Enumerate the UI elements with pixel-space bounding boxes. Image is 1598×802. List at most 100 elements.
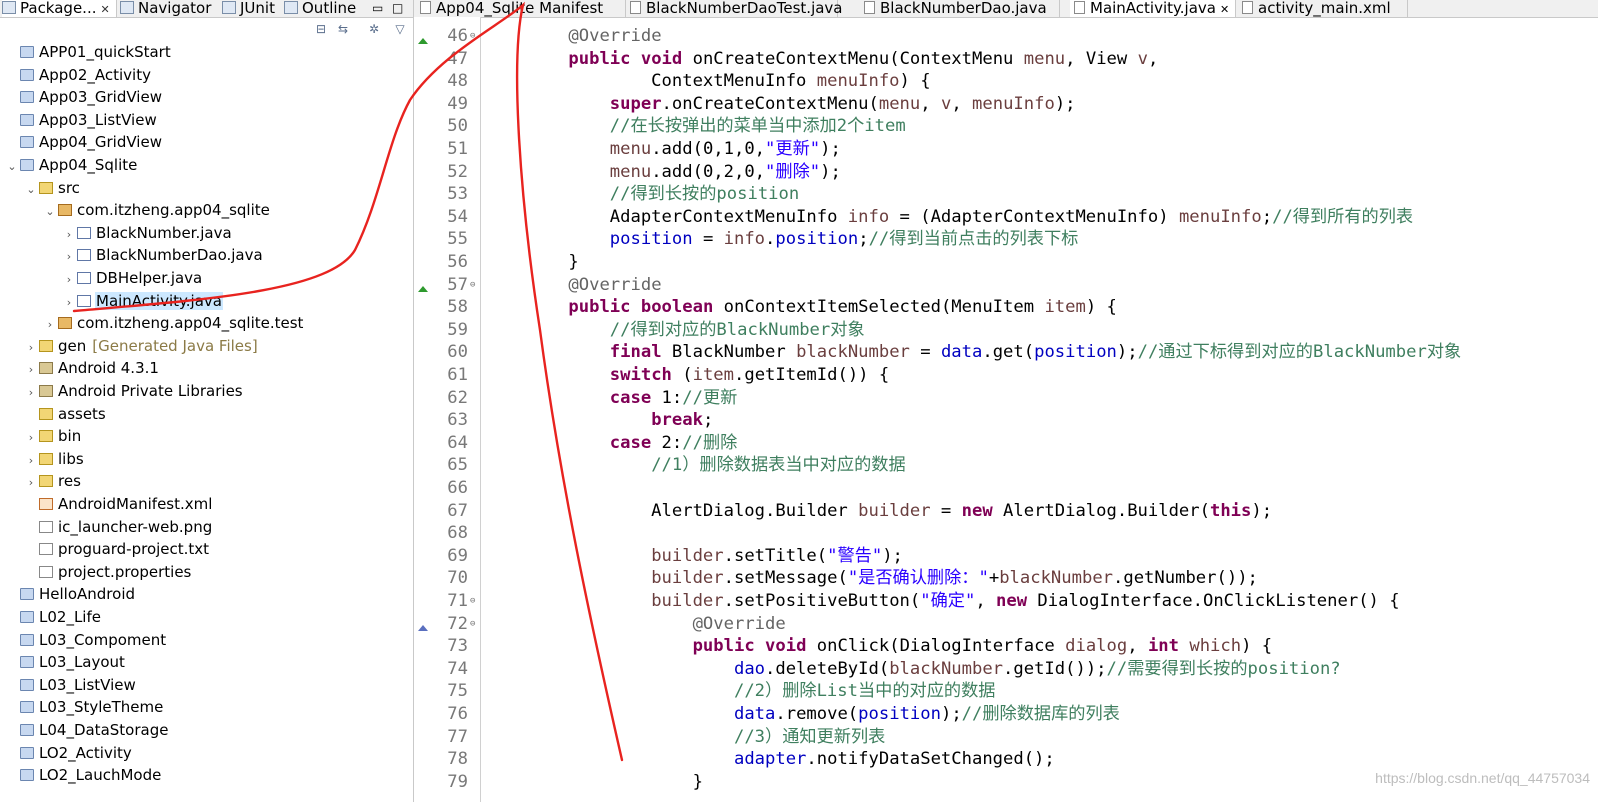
code-line[interactable]: 77 //3）通知更新列表 — [414, 726, 1598, 749]
tree-item[interactable]: assets — [0, 403, 107, 426]
code-line[interactable]: 78 adapter.notifyDataSetChanged(); — [414, 748, 1598, 771]
tree-item[interactable]: › libs — [0, 448, 85, 471]
code-line[interactable]: 63 break; — [414, 409, 1598, 432]
link-with-editor-icon[interactable]: ⇆ — [336, 22, 350, 36]
tree-item[interactable]: App04_GridView — [0, 131, 163, 154]
tree-item[interactable]: AndroidManifest.xml — [0, 493, 213, 516]
tab-app04-sqlite-manifest[interactable]: App04_Sqlite Manifest — [416, 0, 626, 17]
fold-toggle-icon[interactable]: ⊖ — [470, 274, 475, 297]
expanded-chevron-icon[interactable]: ⌄ — [25, 179, 37, 202]
expanded-chevron-icon[interactable]: ⌄ — [44, 201, 56, 224]
view-menu-icon[interactable]: ▽ — [393, 22, 407, 36]
tab-blacknumberdao-java[interactable]: BlackNumberDao.java — [860, 0, 1060, 17]
tab-junit[interactable]: JUnit — [222, 0, 275, 17]
code-line[interactable]: 50 //在长按弹出的菜单当中添加2个item — [414, 115, 1598, 138]
collapsed-chevron-icon[interactable]: › — [63, 246, 75, 269]
close-icon[interactable]: ✕ — [1220, 3, 1229, 16]
tree-item[interactable]: project.properties — [0, 561, 192, 584]
fold-toggle-icon[interactable]: ⊖ — [470, 25, 475, 48]
code-line[interactable]: 56 } — [414, 251, 1598, 274]
code-area[interactable]: 46 ⊖ @Override 47 public void onCreateCont… — [414, 17, 1598, 802]
collapsed-chevron-icon[interactable]: › — [44, 314, 56, 337]
tree-item[interactable]: › Android 4.3.1 — [0, 357, 160, 380]
tree-item[interactable]: › BlackNumber.java — [0, 222, 233, 245]
tree-item[interactable]: ⌄ src — [0, 177, 81, 200]
tree-item[interactable]: L03_ListView — [0, 674, 137, 697]
code-line[interactable]: 74 dao.deleteById(blackNumber.getId());/… — [414, 658, 1598, 681]
tree-item[interactable]: › BlackNumberDao.java — [0, 244, 264, 267]
code-line[interactable]: 46 ⊖ @Override — [414, 25, 1598, 48]
tab-activity-main-xml[interactable]: activity_main.xml — [1238, 0, 1408, 17]
fold-toggle-icon[interactable]: ⊖ — [470, 590, 475, 613]
tree-item[interactable]: ⌄ com.itzheng.app04_sqlite — [0, 199, 271, 222]
code-line[interactable]: 67 AlertDialog.Builder builder = new Ale… — [414, 500, 1598, 523]
code-line[interactable]: 54 AdapterContextMenuInfo info = (Adapte… — [414, 206, 1598, 229]
tree-item[interactable]: › gen [Generated Java Files] — [0, 335, 258, 358]
code-line[interactable]: 51 menu.add(0,1,0,"更新"); — [414, 138, 1598, 161]
collapsed-chevron-icon[interactable]: › — [25, 472, 37, 495]
collapsed-chevron-icon[interactable]: › — [25, 382, 37, 405]
collapsed-chevron-icon[interactable]: › — [63, 224, 75, 247]
tree-item[interactable]: L04_DataStorage — [0, 719, 169, 742]
code-line[interactable]: 60 final BlackNumber blackNumber = data.… — [414, 341, 1598, 364]
tab-package-explorer[interactable]: Package... ✕ — [2, 0, 117, 17]
code-line[interactable]: 69 builder.setTitle("警告"); — [414, 545, 1598, 568]
tree-item[interactable]: HelloAndroid — [0, 583, 136, 606]
collapsed-chevron-icon[interactable]: › — [25, 427, 37, 450]
minimize-icon[interactable]: ▭ — [372, 0, 383, 17]
tree-item[interactable]: ⌄ App04_Sqlite — [0, 154, 138, 177]
tab-blacknumberdaotest-java[interactable]: BlackNumberDaoTest.java — [626, 0, 843, 17]
tree-item[interactable]: L02_Life — [0, 606, 102, 629]
fold-toggle-icon[interactable]: ⊖ — [470, 613, 475, 636]
tree-item[interactable]: App03_ListView — [0, 109, 158, 132]
tree-item[interactable]: › com.itzheng.app04_sqlite.test — [0, 312, 304, 335]
focus-icon[interactable]: ✲ — [367, 22, 381, 36]
tree-item[interactable]: LO2_LauchMode — [0, 764, 162, 787]
tree-item[interactable]: proguard-project.txt — [0, 538, 210, 561]
tree-item[interactable]: App02_Activity — [0, 64, 152, 87]
collapsed-chevron-icon[interactable]: › — [25, 359, 37, 382]
tree-item[interactable]: L03_Compoment — [0, 629, 167, 652]
collapsed-chevron-icon[interactable]: › — [25, 337, 37, 360]
expanded-chevron-icon[interactable]: ⌄ — [6, 156, 18, 179]
code-line[interactable]: 64 case 2://删除 — [414, 432, 1598, 455]
collapsed-chevron-icon[interactable]: › — [63, 292, 75, 315]
tab-mainactivity-java[interactable]: MainActivity.java ✕ — [1070, 0, 1236, 17]
code-line[interactable]: 49 super.onCreateContextMenu(menu, v, me… — [414, 93, 1598, 116]
tree-item[interactable]: L03_Layout — [0, 651, 126, 674]
code-line[interactable]: 55 position = info.position;//得到当前点击的列表下… — [414, 228, 1598, 251]
tree-item[interactable]: › res — [0, 470, 82, 493]
code-line[interactable]: 72 ⊖ @Override — [414, 613, 1598, 636]
tree-item[interactable]: › Android Private Libraries — [0, 380, 244, 403]
code-line[interactable]: 53 //得到长按的position — [414, 183, 1598, 206]
tab-navigator[interactable]: Navigator — [120, 0, 211, 17]
code-line[interactable]: 71 ⊖ builder.setPositiveButton("确定", new … — [414, 590, 1598, 613]
tree-item[interactable]: LO2_Activity — [0, 742, 133, 765]
code-line[interactable]: 75 //2）删除List当中的对应的数据 — [414, 680, 1598, 703]
tree-item[interactable]: App03_GridView — [0, 86, 163, 109]
code-line[interactable]: 47 public void onCreateContextMenu(Conte… — [414, 48, 1598, 71]
code-line[interactable]: 70 builder.setMessage("是否确认删除："+blackNum… — [414, 567, 1598, 590]
code-line[interactable]: 48 ContextMenuInfo menuInfo) { — [414, 70, 1598, 93]
code-line[interactable]: 58 public boolean onContextItemSelected(… — [414, 296, 1598, 319]
code-line[interactable]: 61 switch (item.getItemId()) { — [414, 364, 1598, 387]
code-line[interactable]: 59 //得到对应的BlackNumber对象 — [414, 319, 1598, 342]
tree-item[interactable]: › bin — [0, 425, 82, 448]
code-line[interactable]: 73 public void onClick(DialogInterface d… — [414, 635, 1598, 658]
tree-item[interactable]: L03_StyleTheme — [0, 696, 164, 719]
collapsed-chevron-icon[interactable]: › — [63, 269, 75, 292]
code-line[interactable]: 57 ⊖ @Override — [414, 274, 1598, 297]
tree-item[interactable]: APP01_quickStart — [0, 41, 172, 64]
code-line[interactable]: 66 — [414, 477, 1598, 500]
close-icon[interactable]: ✕ — [100, 3, 109, 16]
code-line[interactable]: 52 menu.add(0,2,0,"删除"); — [414, 161, 1598, 184]
tab-outline[interactable]: Outline — [284, 0, 356, 17]
collapse-all-icon[interactable]: ⊟ — [314, 22, 328, 36]
code-line[interactable]: 68 — [414, 522, 1598, 545]
tree-item[interactable]: › MainActivity.java — [0, 290, 223, 313]
code-line[interactable]: 65 //1）删除数据表当中对应的数据 — [414, 454, 1598, 477]
code-line[interactable]: 62 case 1://更新 — [414, 387, 1598, 410]
tree-item[interactable]: ic_launcher-web.png — [0, 516, 213, 539]
tree-item[interactable]: › DBHelper.java — [0, 267, 203, 290]
maximize-icon[interactable]: □ — [392, 0, 403, 17]
